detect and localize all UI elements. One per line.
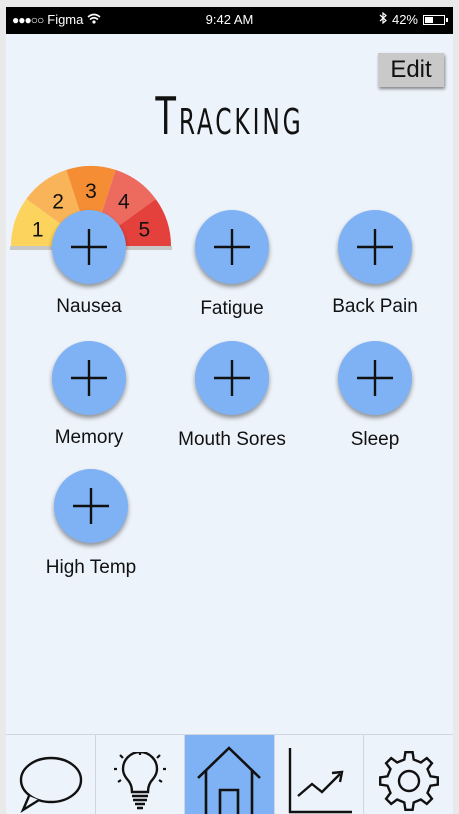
add-sleep-button[interactable]	[338, 341, 412, 415]
gauge-label-3: 3	[85, 180, 97, 203]
symptom-item-sleep: Sleep	[300, 341, 450, 451]
plus-icon	[71, 229, 107, 265]
symptom-label: Back Pain	[332, 296, 418, 317]
bottom-tab-bar	[6, 734, 453, 814]
add-memory-button[interactable]	[52, 341, 126, 415]
symptom-label: High Temp	[45, 557, 137, 578]
plus-icon	[73, 488, 109, 524]
tab-progress[interactable]	[275, 735, 365, 814]
status-right: 42%	[379, 11, 448, 27]
plus-icon	[71, 360, 107, 396]
status-bar: ●●●○○ Figma 9:42 AM 42%	[6, 7, 453, 34]
symptom-item-high-temp: High Temp	[16, 469, 166, 579]
plus-icon	[214, 229, 250, 265]
add-back-pain-button[interactable]	[338, 210, 412, 284]
bluetooth-icon	[379, 11, 387, 27]
symptom-label: Fatigue	[200, 298, 264, 319]
tab-tips[interactable]	[96, 735, 186, 814]
symptom-item-back-pain: Back Pain	[300, 210, 450, 318]
symptom-label: Memory	[54, 427, 124, 448]
battery-icon	[423, 14, 448, 25]
symptom-label: Nausea	[56, 296, 122, 317]
symptom-label: Sleep	[350, 429, 400, 450]
symptom-item-memory: Memory	[14, 341, 164, 449]
symptom-item-mouth-sores: Mouth Sores	[157, 341, 307, 451]
tab-settings[interactable]	[364, 735, 453, 814]
add-high-temp-button[interactable]	[54, 469, 128, 543]
battery-percent: 42%	[391, 12, 418, 27]
add-mouth-sores-button[interactable]	[195, 341, 269, 415]
symptom-label: Mouth Sores	[178, 429, 286, 450]
symptom-item-nausea: Nausea	[14, 210, 164, 318]
lightbulb-icon	[113, 752, 166, 810]
trend-chart-icon	[288, 748, 353, 814]
edit-button[interactable]: Edit	[378, 53, 444, 87]
phone-screen: ●●●○○ Figma 9:42 AM 42% Edit Tracking 1 …	[6, 7, 453, 814]
chat-bubble-icon	[20, 756, 83, 814]
tab-home[interactable]	[185, 735, 275, 814]
gear-icon	[378, 751, 439, 811]
add-fatigue-button[interactable]	[195, 210, 269, 284]
plus-icon	[357, 360, 393, 396]
add-nausea-button[interactable]	[52, 210, 126, 284]
symptom-item-fatigue: Fatigue	[157, 210, 307, 320]
home-icon	[197, 746, 262, 814]
plus-icon	[214, 360, 250, 396]
page-title: Tracking	[155, 87, 304, 147]
plus-icon	[357, 229, 393, 265]
tab-messages[interactable]	[6, 735, 96, 814]
